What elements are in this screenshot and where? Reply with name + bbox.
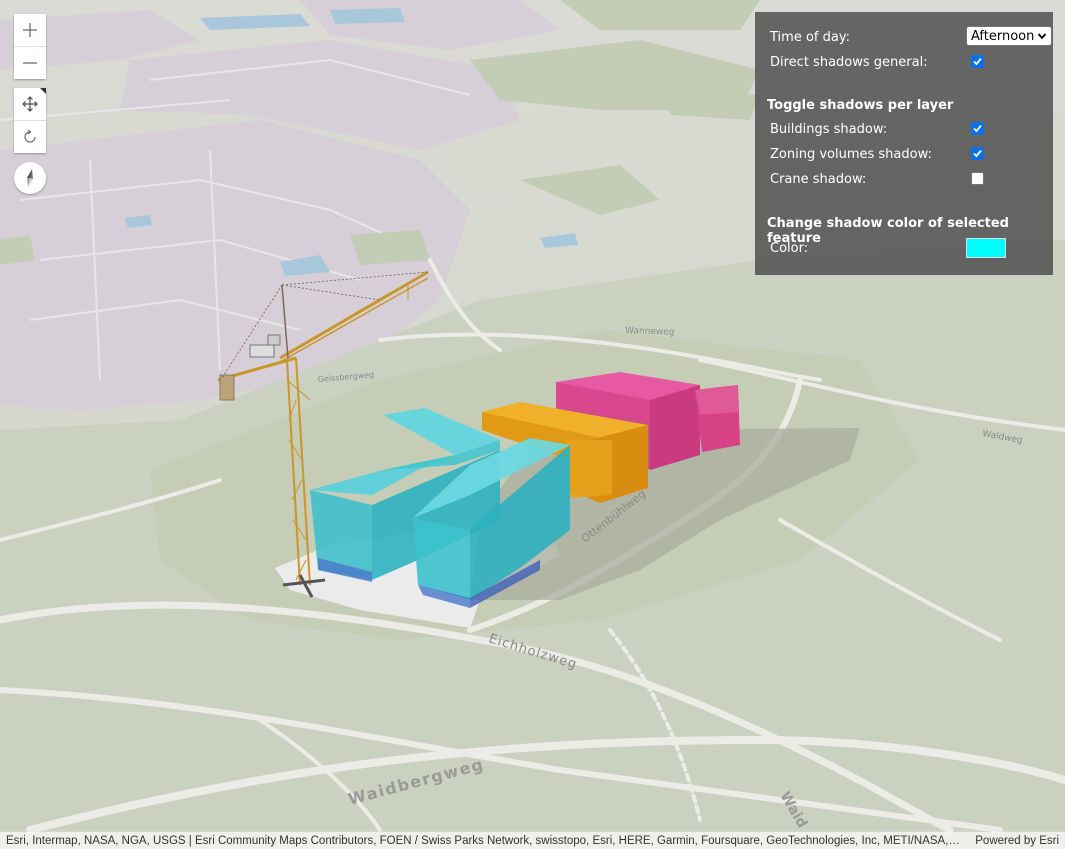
navigation-toggle	[14, 88, 46, 153]
checkmark-icon	[973, 57, 982, 66]
pan-button[interactable]	[14, 88, 46, 120]
crane-shadow-row: Crane shadow:	[770, 169, 1041, 189]
crane-shadow-label: Crane shadow:	[770, 171, 867, 187]
shadow-color-swatch[interactable]	[966, 238, 1006, 258]
minus-icon	[23, 62, 37, 64]
buildings-shadow-row: Buildings shadow:	[770, 119, 1041, 139]
direct-shadows-checkbox[interactable]	[971, 55, 984, 68]
time-of-day-row: Time of day: Afternoon	[770, 26, 1052, 47]
zoom-controls	[14, 14, 46, 79]
buildings-shadow-label: Buildings shadow:	[770, 121, 888, 137]
toggle-shadows-section-title: Toggle shadows per layer	[767, 98, 954, 113]
checkmark-icon	[973, 124, 982, 133]
compass-needle-icon	[27, 169, 33, 187]
zoning-shadow-label: Zoning volumes shadow:	[770, 146, 932, 162]
compass-button[interactable]	[14, 162, 46, 194]
time-of-day-label: Time of day:	[770, 29, 850, 45]
time-of-day-value: Afternoon	[971, 28, 1035, 44]
attribution-bar: Esri, Intermap, NASA, NGA, USGS | Esri C…	[0, 832, 1065, 849]
zoom-out-button[interactable]	[14, 46, 46, 79]
color-label: Color:	[770, 240, 809, 256]
plus-icon	[23, 23, 37, 37]
zoning-shadow-row: Zoning volumes shadow:	[770, 144, 1041, 164]
pan-arrows-icon	[22, 96, 38, 112]
map-view[interactable]: Eichholzweg Waidbergweg Waid Ottenbühlwe…	[0, 0, 1065, 849]
zoning-shadow-checkbox[interactable]	[971, 147, 984, 160]
attribution-credits[interactable]: Esri, Intermap, NASA, NGA, USGS | Esri C…	[6, 835, 961, 847]
shadow-settings-panel: Time of day: Afternoon Direct shadows ge…	[755, 12, 1053, 275]
direct-shadows-label: Direct shadows general:	[770, 54, 928, 70]
rotate-button[interactable]	[14, 120, 46, 153]
zoom-in-button[interactable]	[14, 14, 46, 46]
rotate-icon	[24, 129, 36, 143]
time-of-day-select[interactable]: Afternoon	[966, 26, 1052, 46]
color-row: Color:	[770, 238, 1041, 258]
street-label-wanneweg: Wanneweg	[625, 326, 675, 338]
buildings-shadow-checkbox[interactable]	[971, 122, 984, 135]
active-mode-marker	[40, 88, 46, 94]
crane-shadow-checkbox[interactable]	[971, 172, 984, 185]
powered-by-esri[interactable]: Powered by Esri	[975, 835, 1059, 847]
direct-shadows-row: Direct shadows general:	[770, 52, 1041, 72]
chevron-down-icon	[1037, 33, 1047, 40]
checkmark-icon	[973, 149, 982, 158]
